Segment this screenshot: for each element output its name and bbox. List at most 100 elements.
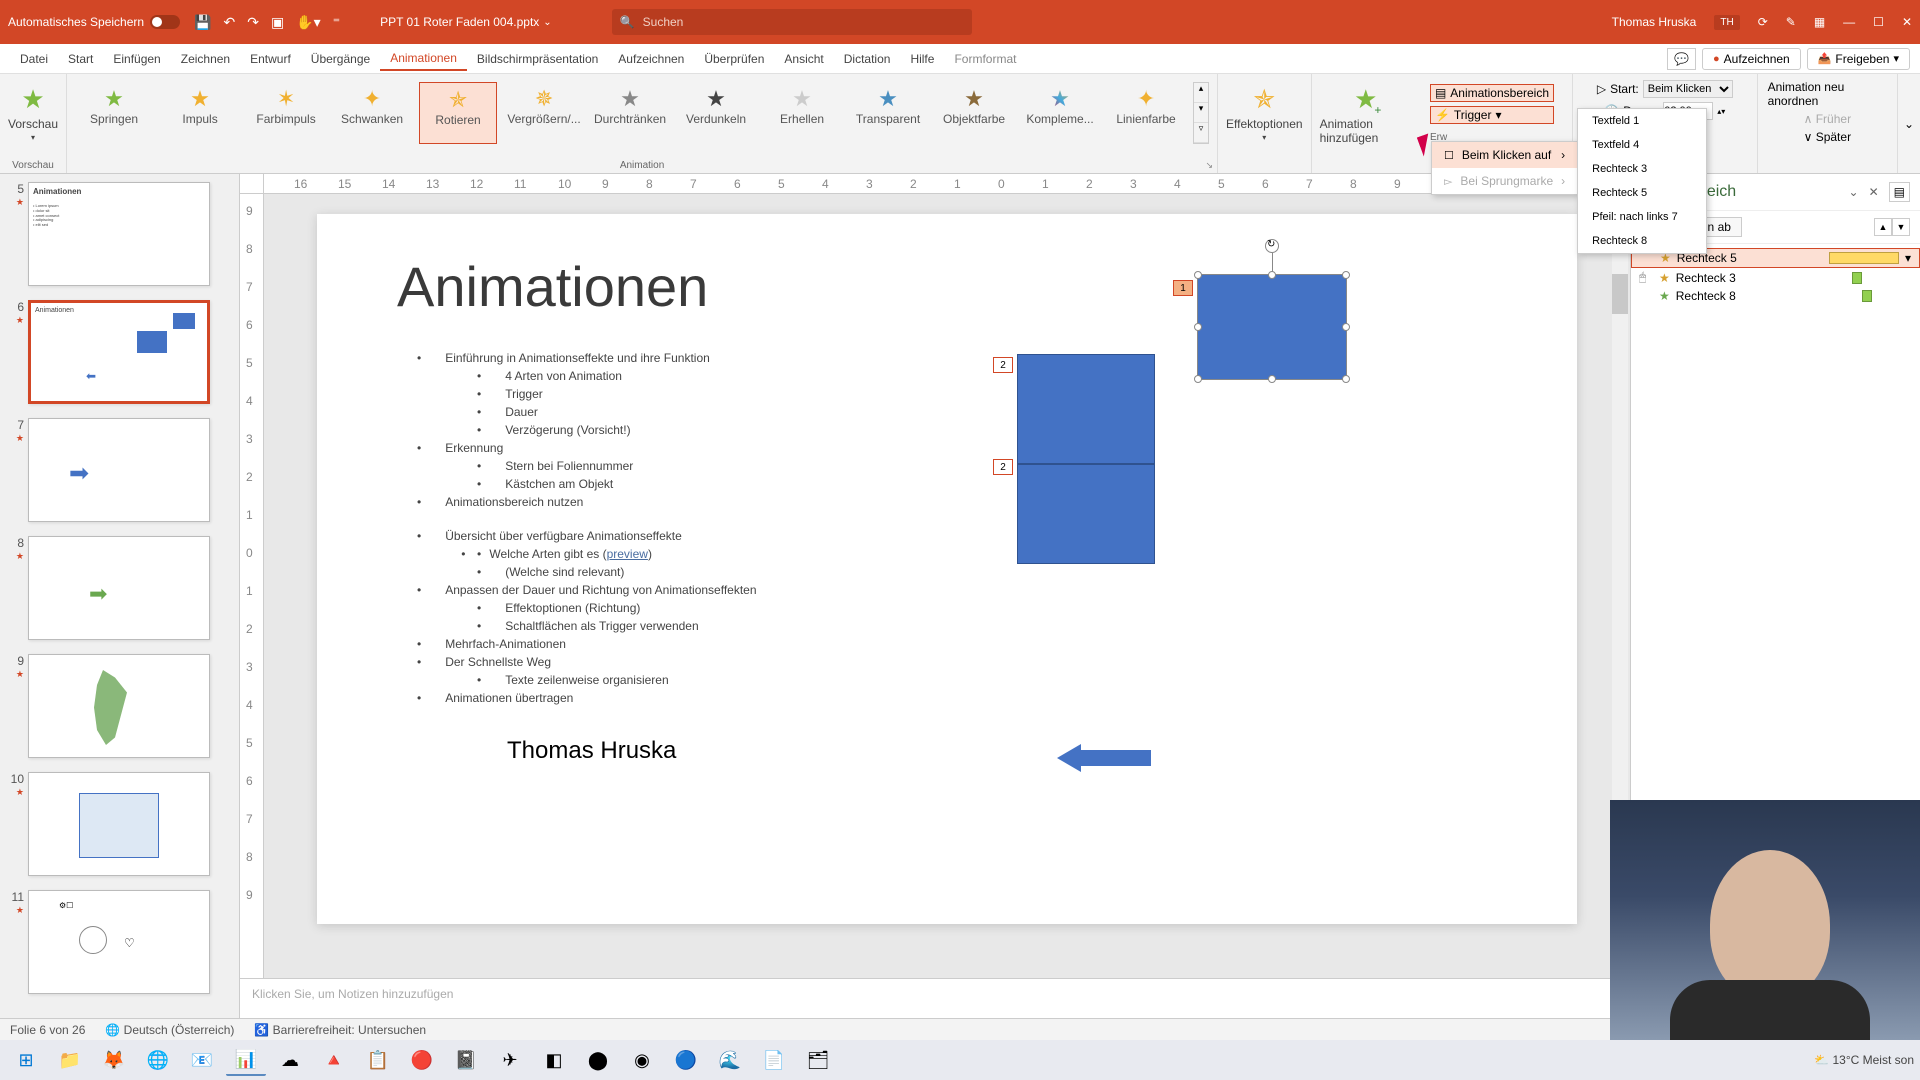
move-later[interactable]: ∨ Später bbox=[1804, 130, 1851, 144]
redo-icon[interactable]: ↷ bbox=[247, 14, 259, 31]
vertical-ruler[interactable]: 9876543210123456789 bbox=[240, 194, 264, 978]
anim-transparent[interactable]: ★Transparent bbox=[849, 82, 927, 144]
tab-start[interactable]: Start bbox=[58, 48, 103, 70]
anim-tag-2b[interactable]: 2 bbox=[993, 459, 1013, 475]
tab-animationen[interactable]: Animationen bbox=[380, 47, 467, 71]
effect-options-button[interactable]: ✯ Effektoptionen▾ bbox=[1226, 78, 1303, 142]
touch-icon[interactable]: ✋▾ bbox=[296, 14, 320, 31]
app-icon-8[interactable]: 🗂 bbox=[798, 1044, 838, 1076]
tab-uebergaenge[interactable]: Übergänge bbox=[301, 48, 380, 70]
animation-pane-button[interactable]: ▤ Animationsbereich bbox=[1430, 84, 1554, 102]
anim-rotieren[interactable]: ✯Rotieren bbox=[419, 82, 497, 144]
trigger-target-pfeil7[interactable]: Pfeil: nach links 7 bbox=[1578, 205, 1706, 229]
undo-icon[interactable]: ↶ bbox=[224, 14, 236, 31]
filename-dropdown-icon[interactable]: ⌄ bbox=[543, 17, 551, 28]
tab-dictation[interactable]: Dictation bbox=[834, 48, 901, 70]
move-up-icon[interactable]: ▲ bbox=[1874, 218, 1892, 236]
shape-rechteck-5-selected[interactable] bbox=[1197, 274, 1347, 380]
anim-verdunkeln[interactable]: ★Verdunkeln bbox=[677, 82, 755, 144]
comments-icon[interactable]: 💬 bbox=[1667, 48, 1696, 70]
firefox-icon[interactable]: 🦊 bbox=[94, 1044, 134, 1076]
anim-vergroessern[interactable]: ✵Vergrößern/... bbox=[505, 82, 583, 144]
dialog-launcher-icon[interactable]: ↘ bbox=[1206, 160, 1214, 171]
window-icon[interactable]: ▦ bbox=[1814, 15, 1825, 29]
record-button[interactable]: Aufzeichnen bbox=[1702, 48, 1801, 70]
filename[interactable]: PPT 01 Roter Faden 004.pptx bbox=[380, 15, 539, 29]
shape-arrow-left[interactable] bbox=[1057, 744, 1157, 772]
anim-tag-1[interactable]: 1 bbox=[1173, 280, 1193, 296]
collapse-ribbon-icon[interactable]: ⌄ bbox=[1898, 74, 1920, 173]
search-box[interactable]: 🔍 Suchen bbox=[612, 9, 972, 35]
item-dropdown-icon[interactable]: ▾ bbox=[1905, 251, 1911, 265]
save-icon[interactable]: 💾 bbox=[194, 14, 211, 31]
anim-item-rechteck3[interactable]: 🖱★Rechteck 3 bbox=[1631, 268, 1920, 287]
vlc-icon[interactable]: 🔺 bbox=[314, 1044, 354, 1076]
gallery-scroll[interactable]: ▴▾▿ bbox=[1193, 82, 1209, 144]
slide-author[interactable]: Thomas Hruska bbox=[397, 737, 1497, 765]
maximize-icon[interactable]: ☐ bbox=[1873, 15, 1884, 29]
edge-icon[interactable]: 🌊 bbox=[710, 1044, 750, 1076]
anim-komplement[interactable]: ★Kompleme... bbox=[1021, 82, 1099, 144]
resize-handle-nw[interactable] bbox=[1194, 271, 1202, 279]
resize-handle-sw[interactable] bbox=[1194, 375, 1202, 383]
chrome-icon[interactable]: 🌐 bbox=[138, 1044, 178, 1076]
horizontal-ruler[interactable]: 1615141312111098765432101234567891011 bbox=[264, 174, 1630, 194]
anim-erhellen[interactable]: ★Erhellen bbox=[763, 82, 841, 144]
tab-praesentation[interactable]: Bildschirmpräsentation bbox=[467, 48, 608, 70]
start-button[interactable]: ⊞ bbox=[6, 1044, 46, 1076]
sync-icon[interactable]: ⟳ bbox=[1758, 15, 1768, 29]
app-icon-3[interactable]: 🔴 bbox=[402, 1044, 442, 1076]
brush-icon[interactable]: ✎ bbox=[1786, 15, 1796, 29]
preview-button[interactable]: ★ Vorschau ▾ bbox=[8, 78, 58, 142]
tab-hilfe[interactable]: Hilfe bbox=[900, 48, 944, 70]
app-icon-1[interactable]: ☁ bbox=[270, 1044, 310, 1076]
add-animation-button[interactable]: ★+ Animation hinzufügen bbox=[1320, 78, 1412, 145]
qat-more-icon[interactable]: ⁼ bbox=[333, 14, 340, 31]
slide-counter[interactable]: Folie 6 von 26 bbox=[10, 1023, 85, 1037]
tab-zeichnen[interactable]: Zeichnen bbox=[171, 48, 240, 70]
tab-ansicht[interactable]: Ansicht bbox=[774, 48, 833, 70]
trigger-target-rechteck8[interactable]: Rechteck 8 bbox=[1578, 229, 1706, 253]
autosave-toggle[interactable]: Automatisches Speichern bbox=[8, 15, 180, 29]
anim-impuls[interactable]: ★Impuls bbox=[161, 82, 239, 144]
anim-springen[interactable]: ★Springen bbox=[75, 82, 153, 144]
anim-linienfarbe[interactable]: ✦Linienfarbe bbox=[1107, 82, 1185, 144]
explorer-icon[interactable]: 📁 bbox=[50, 1044, 90, 1076]
resize-handle-w[interactable] bbox=[1194, 323, 1202, 331]
tab-datei[interactable]: Datei bbox=[10, 48, 58, 70]
app-icon-2[interactable]: 📋 bbox=[358, 1044, 398, 1076]
thumb-11[interactable]: 11★ ⚙☐♡ bbox=[8, 890, 231, 994]
anim-pane-close-icon[interactable]: ✕ bbox=[1869, 185, 1879, 199]
notes-area[interactable]: Klicken Sie, um Notizen hinzuzufügen bbox=[240, 978, 1630, 1018]
anim-objektfarbe[interactable]: ★Objektfarbe bbox=[935, 82, 1013, 144]
app-icon-6[interactable]: 🔵 bbox=[666, 1044, 706, 1076]
anim-durchtraenken[interactable]: ★Durchtränken bbox=[591, 82, 669, 144]
slide-canvas[interactable]: Animationen Einführung in Animationseffe… bbox=[264, 194, 1630, 978]
onenote-icon[interactable]: 📓 bbox=[446, 1044, 486, 1076]
telegram-icon[interactable]: ✈ bbox=[490, 1044, 530, 1076]
trigger-on-click[interactable]: ☐ Beim Klicken auf › Textfeld 1 Textfeld… bbox=[1432, 142, 1577, 168]
thumb-9[interactable]: 9★ bbox=[8, 654, 231, 758]
shape-rechteck-8[interactable] bbox=[1017, 464, 1155, 564]
close-icon[interactable]: ✕ bbox=[1902, 15, 1912, 29]
resize-handle-s[interactable] bbox=[1268, 375, 1276, 383]
resize-handle-n[interactable] bbox=[1268, 271, 1276, 279]
username[interactable]: Thomas Hruska bbox=[1612, 15, 1697, 29]
anim-schwanken[interactable]: ✦Schwanken bbox=[333, 82, 411, 144]
thumb-7[interactable]: 7★ ➡ bbox=[8, 418, 231, 522]
app-icon-4[interactable]: ◧ bbox=[534, 1044, 574, 1076]
resize-handle-se[interactable] bbox=[1342, 375, 1350, 383]
thumb-5[interactable]: 5★ Animationen• Lorem ipsum• dolor sit• … bbox=[8, 182, 231, 286]
tab-einfuegen[interactable]: Einfügen bbox=[103, 48, 170, 70]
thumbnail-panel[interactable]: 5★ Animationen• Lorem ipsum• dolor sit• … bbox=[0, 174, 240, 1018]
anim-pane-dropdown-icon[interactable]: ⌄ bbox=[1849, 185, 1859, 199]
share-button[interactable]: 📤 Freigeben ▾ bbox=[1807, 48, 1910, 70]
trigger-target-textfeld1[interactable]: Textfeld 1 bbox=[1578, 109, 1706, 133]
move-down-icon[interactable]: ▼ bbox=[1892, 218, 1910, 236]
preview-link[interactable]: preview bbox=[607, 547, 648, 561]
start-select[interactable]: Beim Klicken bbox=[1643, 80, 1733, 98]
thumb-6[interactable]: 6★ Animationen⬅ bbox=[8, 300, 231, 404]
slide-content[interactable]: Einführung in Animationseffekte und ihre… bbox=[397, 349, 1497, 707]
thumb-10[interactable]: 10★ bbox=[8, 772, 231, 876]
present-icon[interactable]: ▣ bbox=[271, 14, 284, 31]
